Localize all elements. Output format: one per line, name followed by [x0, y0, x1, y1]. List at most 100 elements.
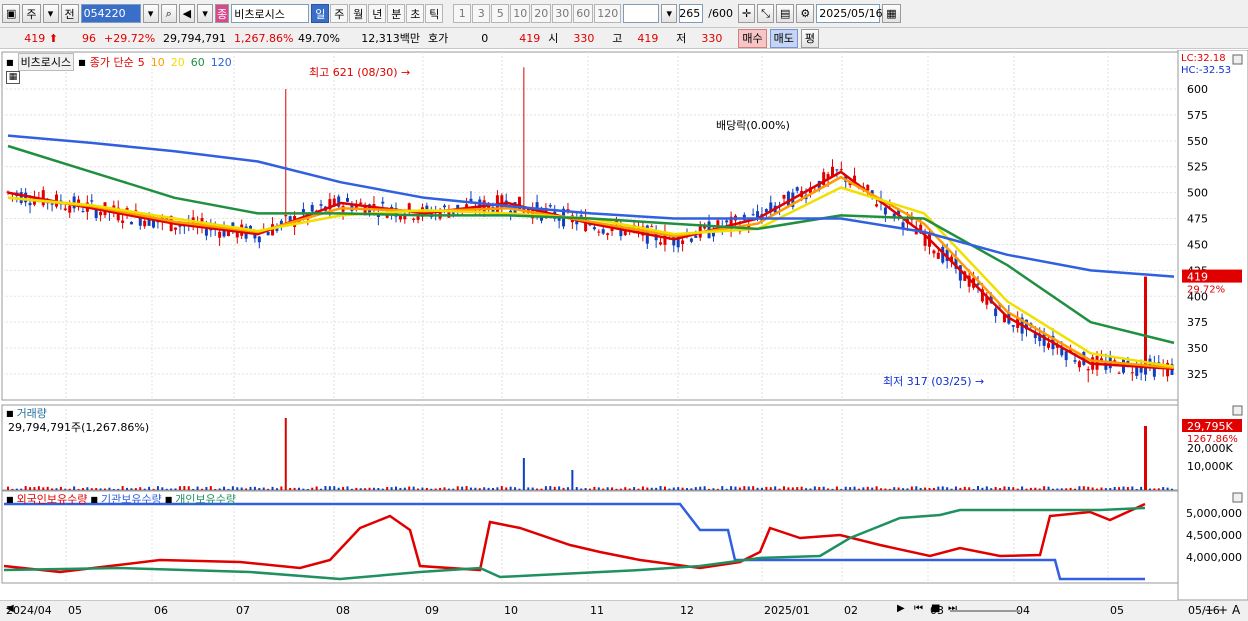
minute-button-5[interactable]: 5: [491, 4, 510, 23]
period-button-4[interactable]: 분: [387, 4, 406, 23]
calendar-icon[interactable]: ▦: [882, 4, 901, 23]
date-tick: 09: [425, 604, 439, 617]
period-button-1[interactable]: 주: [330, 4, 349, 23]
pane-close-icon: [1232, 492, 1243, 503]
volume-bar: [1118, 487, 1121, 490]
volume-bar: [368, 487, 371, 490]
period-button-5[interactable]: 초: [406, 4, 425, 23]
volume-bar: [430, 488, 433, 490]
buy-button[interactable]: 매수: [738, 28, 767, 48]
zoom-out-icon[interactable]: −: [1204, 603, 1214, 617]
volume-bar: [791, 487, 794, 490]
volume-bar: [408, 486, 411, 490]
code-dropdown-icon[interactable]: ▾: [142, 4, 159, 23]
auto-scale-icon[interactable]: A: [1232, 603, 1240, 617]
minute-button-30[interactable]: 30: [552, 4, 573, 23]
table-icon[interactable]: ▦: [6, 71, 20, 84]
period-button-2[interactable]: 월: [349, 4, 368, 23]
candle-body: [650, 226, 654, 228]
volume-percent: 1,267.86%: [234, 31, 294, 45]
crosshair-icon[interactable]: ✛: [737, 4, 756, 23]
count-input[interactable]: 265: [679, 4, 704, 23]
volume-bar: [64, 488, 67, 490]
volume-bar: [209, 486, 212, 490]
legend-square-icon: ■: [78, 57, 86, 67]
volume-bar: [218, 488, 221, 490]
legend-ma-periods: 5 10 20 60 120: [138, 56, 232, 69]
volume-bar: [760, 487, 763, 490]
search-icon[interactable]: ⌕: [160, 4, 177, 23]
dividend-annotation: 배당락(0.00%): [716, 119, 790, 132]
volume-bar: [699, 486, 702, 490]
volume-bar: [668, 488, 671, 490]
minute-dropdown-icon[interactable]: ▾: [661, 4, 678, 23]
volume-bar: [1029, 487, 1032, 490]
period-button-3[interactable]: 년: [368, 4, 387, 23]
volume-bar: [73, 486, 76, 490]
volume-bar: [183, 486, 186, 490]
minute-button-3[interactable]: 3: [472, 4, 491, 23]
scroll-left-icon[interactable]: ◀: [6, 603, 14, 614]
minute-input[interactable]: [623, 4, 660, 23]
volume-bar: [690, 488, 693, 490]
volume-bar: [650, 487, 653, 490]
speaker-dropdown-icon[interactable]: ▾: [197, 4, 214, 23]
volume-bar: [769, 487, 772, 490]
save-icon[interactable]: ▤: [775, 4, 795, 23]
minute-button-120[interactable]: 120: [594, 4, 622, 23]
minute-button-10[interactable]: 10: [510, 4, 531, 23]
volume-bar: [968, 487, 971, 490]
type-dropdown-icon[interactable]: ▾: [42, 4, 59, 23]
volume-bar: [703, 486, 706, 490]
prev-button[interactable]: 전: [60, 4, 79, 23]
date-input[interactable]: 2025/05/16: [816, 4, 883, 23]
minute-button-20[interactable]: 20: [531, 4, 552, 23]
volume-bar: [112, 488, 115, 490]
scroll-right-icon[interactable]: ▶: [897, 603, 905, 614]
volume-bar: [831, 488, 834, 490]
legend-ma-20: 20: [170, 55, 185, 69]
eval-button[interactable]: 평: [800, 28, 819, 48]
legend-stock-name[interactable]: 비츠로시스: [17, 53, 75, 71]
legend-ma-label: 종가 단순: [89, 56, 134, 69]
volume-bar: [981, 487, 984, 490]
stock-name-field[interactable]: 비츠로시스: [231, 4, 310, 23]
speaker-icon[interactable]: ◀: [178, 4, 196, 23]
code-input[interactable]: 054220: [80, 4, 141, 23]
lc-label: LC:32.18: [1181, 53, 1226, 64]
volume-bar: [126, 487, 129, 490]
volume-bar: [725, 488, 728, 490]
gear-icon[interactable]: ⚙: [796, 4, 815, 23]
minute-button-60[interactable]: 60: [573, 4, 594, 23]
volume-bar: [954, 486, 957, 490]
first-icon[interactable]: ⏮: [914, 603, 923, 614]
name-badge: 종: [215, 4, 230, 23]
volume-bar: [1148, 488, 1151, 490]
period-button-6[interactable]: 틱: [425, 4, 444, 23]
type-select[interactable]: 주: [22, 4, 41, 23]
zoom-in-icon[interactable]: +: [1218, 603, 1228, 617]
stop-icon[interactable]: ■: [931, 603, 940, 614]
zoom-slider[interactable]: [950, 610, 1020, 612]
pane-close-icon: [1232, 54, 1243, 65]
arrow-right-icon: →: [401, 66, 411, 79]
last-price-label: 419: [1187, 271, 1208, 284]
sell-button[interactable]: 매도: [769, 28, 798, 48]
legend-square-icon: ■: [6, 57, 14, 67]
volume-bar: [950, 488, 953, 490]
volume-bar: [469, 487, 472, 490]
stock-chart[interactable]: 6005755505255004754504254003753503254192…: [0, 50, 1248, 621]
layout-icon[interactable]: ▣: [2, 4, 21, 23]
volume-bar: [1131, 486, 1134, 490]
volume-bar: [941, 486, 944, 490]
volume-bar: [15, 488, 18, 490]
volume-bar: [1166, 487, 1169, 490]
open-label: 시: [548, 32, 559, 45]
last-icon[interactable]: ⏭: [948, 603, 957, 614]
volume-bar: [324, 486, 327, 490]
volume-bar: [500, 486, 503, 490]
period-button-0[interactable]: 일: [311, 4, 330, 23]
draw-tool-icon[interactable]: ⤡: [757, 4, 774, 23]
volume-bar: [866, 486, 869, 490]
minute-button-1[interactable]: 1: [453, 4, 472, 23]
